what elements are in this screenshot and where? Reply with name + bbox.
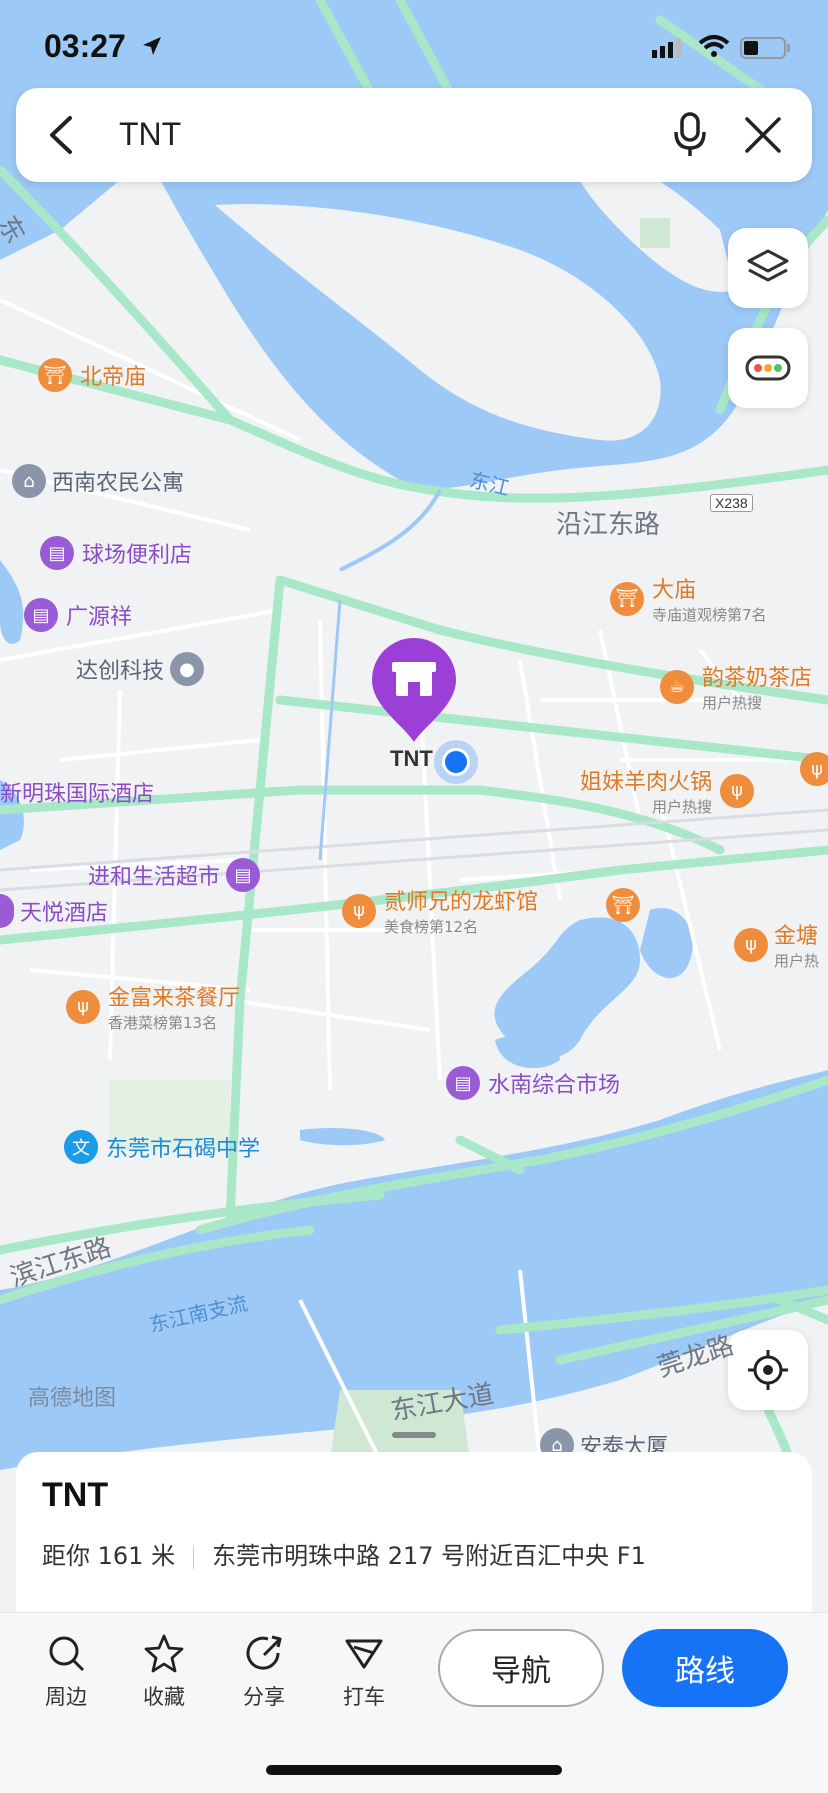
shop-icon: ▤	[226, 858, 261, 892]
drink-icon: ☕	[660, 669, 694, 704]
bottom-toolbar: 周边 收藏 分享 打车 导航 路线	[0, 1612, 828, 1793]
poi-shijie-school[interactable]: 文 东莞市石碣中学	[64, 1130, 260, 1164]
sheet-drag-handle[interactable]	[392, 1432, 436, 1438]
locate-me-button[interactable]	[728, 1330, 808, 1410]
poi-damiao[interactable]: ⛩ 大庙 寺庙道观榜第7名	[610, 572, 767, 625]
poi-shuinan-market[interactable]: ▤ 水南综合市场	[446, 1066, 620, 1100]
place-address: 东莞市明珠中路 217 号附近百汇中央 F1	[212, 1542, 646, 1570]
restaurant-icon: ψ	[342, 893, 376, 928]
meta-divider	[193, 1545, 195, 1569]
restaurant-marker[interactable]: ψ	[800, 752, 828, 786]
route-button[interactable]: 路线	[622, 1629, 788, 1707]
status-bar: 03:27	[0, 0, 828, 90]
share-label: 分享	[243, 1685, 285, 1709]
star-icon	[144, 1634, 184, 1677]
place-title: TNT	[42, 1476, 109, 1514]
shop-icon: ▤	[24, 598, 58, 632]
location-arrow-icon	[140, 34, 164, 62]
place-detail-sheet[interactable]: TNT 距你 161 米 东莞市明珠中路 217 号附近百汇中央 F1	[16, 1432, 812, 1612]
temple-icon: ⛩	[610, 581, 644, 616]
layers-button[interactable]	[728, 228, 808, 308]
nearby-button[interactable]: 周边	[26, 1633, 106, 1711]
favorite-button[interactable]: 收藏	[124, 1633, 204, 1711]
poi-tianyue-hotel[interactable]: 天悦酒店	[0, 894, 108, 928]
place-meta: 距你 161 米 东莞市明珠中路 217 号附近百汇中央 F1	[42, 1536, 646, 1571]
status-time: 03:27	[44, 28, 126, 64]
poi-qiuchang-store[interactable]: ▤ 球场便利店	[40, 536, 192, 570]
poi-xinan-apartment[interactable]: ⌂ 西南农民公寓	[12, 464, 184, 498]
map-watermark: 高德地图	[28, 1386, 117, 1411]
shop-icon: ▤	[40, 536, 74, 570]
school-icon: 文	[64, 1130, 98, 1164]
back-icon[interactable]	[46, 114, 76, 160]
microphone-icon[interactable]	[672, 112, 708, 162]
wifi-icon	[698, 34, 730, 62]
close-icon[interactable]	[744, 116, 782, 158]
poi-yuncha-milktea[interactable]: ☕ 韵茶奶茶店 用户热搜	[660, 660, 812, 713]
cellular-signal-icon	[652, 36, 686, 62]
favorite-label: 收藏	[143, 1685, 185, 1709]
nearby-label: 周边	[45, 1685, 87, 1709]
share-button[interactable]: 分享	[224, 1633, 304, 1711]
restaurant-icon: ψ	[734, 927, 768, 962]
taxi-label: 打车	[343, 1685, 385, 1709]
poi-jiemei-hotpot[interactable]: 姐妹羊肉火锅 用户热搜 ψ	[580, 764, 755, 817]
selected-place-marker[interactable]	[368, 636, 460, 746]
poi-jinfulai-restaurant[interactable]: ψ 金富来茶餐厅 香港菜榜第13名	[66, 980, 240, 1033]
search-bar[interactable]: TNT	[16, 88, 812, 182]
taxi-icon	[344, 1639, 384, 1677]
location-pin-icon: ●	[170, 652, 205, 686]
place-distance: 距你 161 米	[42, 1542, 176, 1570]
layers-icon	[746, 248, 790, 292]
selected-place-label: TNT	[390, 746, 433, 771]
road-label-yanjiang: 沿江东路	[556, 510, 661, 540]
poi-guangyuanxiang[interactable]: ▤ 广源祥	[24, 598, 132, 632]
search-icon	[46, 1636, 86, 1677]
poi-beidimiao[interactable]: ⛩ 北帝庙	[38, 358, 146, 392]
restaurant-icon: ψ	[720, 773, 755, 808]
home-indicator	[266, 1765, 562, 1775]
temple-icon: ⛩	[38, 358, 72, 392]
poi-ershixiong-lobster[interactable]: ψ 贰师兄的龙虾馆 美食榜第12名	[342, 884, 538, 937]
share-icon	[244, 1635, 284, 1677]
hotel-icon	[0, 894, 14, 928]
current-location-dot	[434, 740, 478, 784]
traffic-button[interactable]	[728, 328, 808, 408]
poi-dachuang-tech[interactable]: 达创科技 ●	[76, 652, 205, 686]
temple-marker[interactable]: ⛩	[606, 888, 640, 922]
navigate-button[interactable]: 导航	[438, 1629, 604, 1707]
poi-jintang[interactable]: ψ 金塘 用户热	[734, 918, 819, 971]
search-query[interactable]: TNT	[119, 116, 181, 153]
traffic-light-icon	[745, 355, 791, 385]
building-icon: ⌂	[12, 464, 46, 498]
battery-icon	[740, 36, 792, 64]
restaurant-icon: ψ	[66, 989, 100, 1024]
taxi-button[interactable]: 打车	[324, 1633, 404, 1711]
road-shield-x238: X238	[710, 494, 753, 512]
locate-icon	[746, 1348, 790, 1396]
shop-icon: ▤	[446, 1066, 480, 1100]
poi-jinhe-supermarket[interactable]: 进和生活超市 ▤	[88, 858, 261, 892]
poi-xinmingzhu-hotel[interactable]: 新明珠国际酒店	[0, 776, 154, 808]
